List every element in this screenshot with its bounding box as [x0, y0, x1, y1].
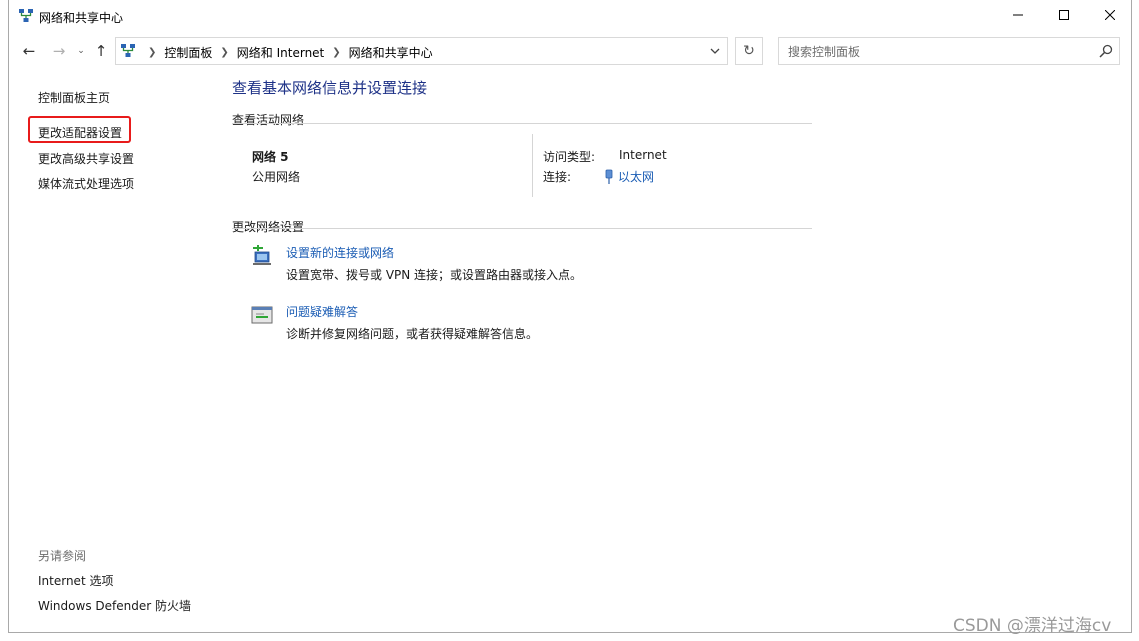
navigation-bar: ← → ⌄ ↑ ❯ 控制面板 ❯ 网络和 Internet ❯ 网络和共享中心 …	[9, 36, 1131, 68]
access-type-label: 访问类型:	[543, 150, 596, 164]
refresh-button[interactable]: ↻	[735, 37, 763, 65]
active-networks-heading: 查看活动网络	[232, 113, 305, 127]
chevron-right-icon: ❯	[148, 47, 157, 58]
chevron-right-icon[interactable]: ❯	[332, 47, 340, 58]
access-type-value: Internet	[619, 148, 667, 162]
address-bar[interactable]: ❯ 控制面板 ❯ 网络和 Internet ❯ 网络和共享中心	[115, 37, 728, 65]
ethernet-link-label[interactable]: 以太网	[618, 168, 654, 185]
network-name: 网络 5	[252, 150, 289, 164]
divider	[232, 123, 812, 124]
window-title: 网络和共享中心	[39, 11, 124, 25]
vertical-divider	[532, 134, 533, 197]
close-button[interactable]	[1087, 0, 1133, 30]
chevron-down-icon[interactable]	[709, 45, 721, 57]
sidebar-item-change-adapter-settings[interactable]: 更改适配器设置	[38, 124, 122, 141]
search-input[interactable]	[780, 39, 1090, 65]
divider	[232, 228, 812, 229]
forward-button[interactable]: →	[49, 41, 69, 61]
window: 网络和共享中心 ← → ⌄ ↑ ❯ 控制面板 ❯ 网络和 Internet ❯ …	[8, 0, 1132, 633]
sidebar-item-advanced-sharing-settings[interactable]: 更改高级共享设置	[38, 150, 134, 167]
new-connection-icon	[253, 245, 271, 265]
maximize-icon	[1059, 10, 1069, 20]
search-box[interactable]	[778, 37, 1120, 65]
change-settings-heading: 更改网络设置	[232, 220, 305, 234]
minimize-button[interactable]	[995, 0, 1041, 30]
close-icon	[1105, 10, 1115, 20]
sidebar: 控制面板主页 更改适配器设置 更改高级共享设置 媒体流式处理选项 另请参阅 In…	[9, 78, 219, 628]
watermark: CSDN @漂洋过海cv	[953, 616, 1112, 636]
ethernet-link[interactable]: 以太网	[604, 168, 654, 185]
troubleshoot-desc: 诊断并修复网络问题，或者获得疑难解答信息。	[286, 327, 539, 341]
sidebar-item-media-streaming-options[interactable]: 媒体流式处理选项	[38, 175, 134, 192]
network-type: 公用网络	[252, 170, 301, 184]
breadcrumb-item-network-internet[interactable]: 网络和 Internet	[237, 44, 324, 61]
setup-new-connection-desc: 设置宽带、拨号或 VPN 连接；或设置路由器或接入点。	[286, 268, 583, 282]
chevron-right-icon[interactable]: ❯	[220, 47, 228, 58]
breadcrumb-item-control-panel[interactable]: 控制面板	[164, 44, 212, 61]
breadcrumb: ❯ 控制面板 ❯ 网络和 Internet ❯ 网络和共享中心	[140, 44, 433, 61]
sidebar-item-control-panel-home[interactable]: 控制面板主页	[38, 89, 110, 106]
control-panel-icon	[121, 44, 135, 57]
connection-label: 连接:	[543, 170, 572, 184]
page-title: 查看基本网络信息并设置连接	[232, 79, 428, 97]
breadcrumb-item-network-sharing-center[interactable]: 网络和共享中心	[349, 44, 433, 61]
title-bar: 网络和共享中心	[9, 0, 1131, 32]
ethernet-icon	[605, 169, 613, 184]
back-button[interactable]: ←	[19, 41, 39, 61]
minimize-icon	[1013, 14, 1023, 16]
sidebar-item-internet-options[interactable]: Internet 选项	[38, 572, 113, 589]
up-button[interactable]: ↑	[91, 41, 111, 61]
search-icon[interactable]	[1099, 44, 1113, 58]
troubleshoot-link[interactable]: 问题疑难解答	[286, 303, 358, 320]
recent-locations-button[interactable]: ⌄	[71, 41, 91, 61]
see-also-heading: 另请参阅	[38, 549, 87, 563]
setup-new-connection-link[interactable]: 设置新的连接或网络	[286, 244, 394, 261]
sidebar-item-windows-defender-firewall[interactable]: Windows Defender 防火墙	[38, 597, 191, 614]
network-center-icon	[19, 9, 33, 22]
maximize-button[interactable]	[1041, 0, 1087, 30]
troubleshoot-icon	[251, 306, 273, 324]
